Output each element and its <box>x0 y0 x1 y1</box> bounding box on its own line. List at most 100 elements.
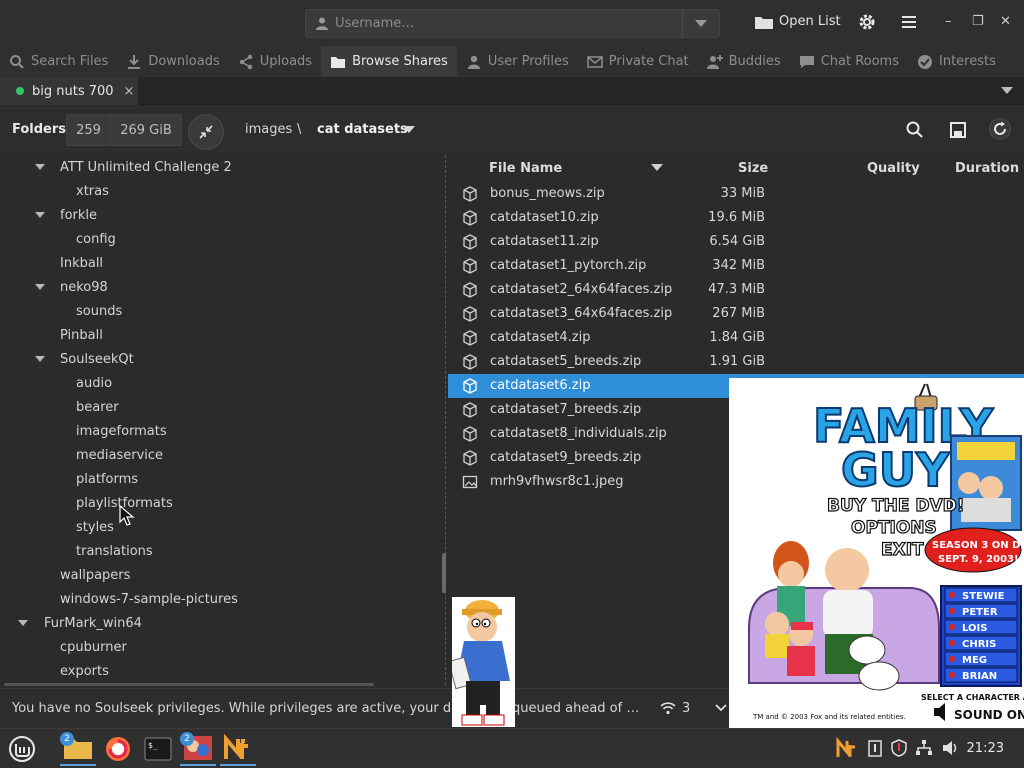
tab-label: Browse Shares <box>352 54 448 69</box>
maximize-button[interactable]: ❐ <box>972 14 984 29</box>
refresh-icon[interactable] <box>989 118 1011 140</box>
tree-folder-item[interactable]: ATT Unlimited Challenge 2 <box>60 155 232 179</box>
expand-arrow-icon[interactable] <box>35 164 45 170</box>
ad-options-link[interactable]: OPTIONS <box>850 517 937 538</box>
ad-season-line2: SEPT. 9, 2003! <box>938 554 1019 565</box>
column-header-size[interactable]: Size <box>738 161 768 176</box>
column-header-quality[interactable]: Quality <box>867 161 920 176</box>
user-tab[interactable]: big nuts 700 × <box>0 77 138 105</box>
taskbar-game-app[interactable]: 2 <box>180 732 216 766</box>
column-header-duration[interactable]: Duration <box>955 161 1019 176</box>
tree-folder-item[interactable]: audio <box>76 371 112 395</box>
tree-folder-item[interactable]: Pinball <box>60 323 103 347</box>
nicotine-icon <box>224 734 248 759</box>
file-row[interactable]: catdataset11.zip 6.54 GiB <box>448 230 1024 254</box>
tab-uploads[interactable]: Uploads <box>229 46 321 77</box>
tab-downloads[interactable]: Downloads <box>117 46 228 77</box>
tab-label: User Profiles <box>487 54 569 69</box>
tree-folder-item[interactable]: SoulseekQt <box>60 347 134 371</box>
folder-tree[interactable]: ATT Unlimited Challenge 2 xtras forkle conf… <box>0 155 446 685</box>
volume-icon[interactable] <box>941 739 959 757</box>
file-row[interactable]: catdataset2_64x64faces.zip 47.3 MiB <box>448 278 1024 302</box>
tree-folder-item[interactable]: windows-7-sample-pictures <box>60 587 238 611</box>
search-icon[interactable] <box>905 120 925 140</box>
file-row[interactable]: catdataset10.zip 19.6 MiB <box>448 206 1024 230</box>
shield-icon[interactable] <box>890 739 908 757</box>
tree-folder-item[interactable]: imageformats <box>76 419 167 443</box>
file-size: 1.91 GiB <box>709 354 765 369</box>
taskbar-firefox[interactable] <box>100 732 136 766</box>
tab-private-chat[interactable]: Private Chat <box>578 46 698 77</box>
tab-chat-rooms[interactable]: Chat Rooms <box>790 46 908 77</box>
save-icon[interactable] <box>948 120 968 140</box>
start-menu-button[interactable] <box>4 732 40 766</box>
taskbar-files-app[interactable]: 2 <box>60 732 96 766</box>
tab-interests[interactable]: Interests <box>908 46 1005 77</box>
tree-folder-item[interactable]: exports <box>60 659 109 683</box>
tree-folder-item[interactable]: xtras <box>76 179 109 203</box>
tree-vertical-scrollbar[interactable] <box>442 553 446 593</box>
open-list-button[interactable]: Open List <box>755 14 841 29</box>
tree-folder-item[interactable]: Inkball <box>60 251 103 275</box>
file-row[interactable]: catdataset5_breeds.zip 1.91 GiB <box>448 350 1024 374</box>
close-icon[interactable]: × <box>124 84 135 99</box>
tree-folder-item[interactable]: wallpapers <box>60 563 130 587</box>
breadcrumb-root[interactable]: images <box>245 122 292 137</box>
collapse-button[interactable] <box>188 114 224 150</box>
expand-arrow-icon[interactable] <box>35 356 45 362</box>
clock[interactable]: 21:23 <box>967 741 1004 756</box>
close-window-button[interactable]: ✕ <box>1000 14 1011 29</box>
expand-arrow-icon[interactable] <box>35 212 45 218</box>
tree-folder-item[interactable]: mediaservice <box>76 443 163 467</box>
expand-arrow-icon[interactable] <box>18 620 28 626</box>
sort-descending-icon[interactable] <box>651 164 663 171</box>
minimize-button[interactable]: – <box>945 14 952 29</box>
taskbar-terminal[interactable]: $_ <box>140 732 176 766</box>
tab-buddies[interactable]: Buddies <box>698 46 790 77</box>
network-icon[interactable] <box>915 739 933 757</box>
package-icon <box>463 234 477 250</box>
ad-sound-toggle[interactable]: SOUND ON <box>954 708 1024 722</box>
tree-folder-item[interactable]: bearer <box>76 395 119 419</box>
chevron-down-icon[interactable] <box>714 701 728 715</box>
chevron-down-icon[interactable] <box>695 20 707 27</box>
tree-folder-item[interactable]: cpuburner <box>60 635 127 659</box>
terminal-icon: $_ <box>144 737 172 761</box>
ad-character-bullet-icon <box>949 656 955 662</box>
ad-buy-dvd-link[interactable]: BUY THE DVD! <box>826 495 965 516</box>
expand-arrow-icon[interactable] <box>35 284 45 290</box>
tree-folder-item[interactable]: sounds <box>76 299 122 323</box>
gear-icon[interactable] <box>857 12 877 32</box>
column-header-file-name[interactable]: File Name <box>489 161 562 176</box>
ad-exit-link[interactable]: EXIT <box>880 539 924 560</box>
file-row[interactable]: catdataset4.zip 1.84 GiB <box>448 326 1024 350</box>
tree-folder-item[interactable]: translations <box>76 539 153 563</box>
tree-folder-item[interactable]: forkle <box>60 203 97 227</box>
chris-cartoon-image <box>448 600 510 726</box>
file-row[interactable]: bonus_meows.zip 33 MiB <box>448 182 1024 206</box>
tree-folder-item[interactable]: config <box>76 227 116 251</box>
hamburger-menu-icon[interactable] <box>899 12 919 32</box>
breadcrumb-current[interactable]: cat datasets <box>317 122 408 137</box>
tree-horizontal-scrollbar[interactable] <box>4 683 374 686</box>
nicotine-tray-icon[interactable] <box>836 737 858 759</box>
tab-user-profiles[interactable]: User Profiles <box>457 46 578 77</box>
tab-label: Uploads <box>259 54 313 69</box>
breadcrumb-chevron-down-icon[interactable] <box>403 126 415 133</box>
family-guy-ad-window[interactable]: FAMILY GUY BUY THE DVD! OPTIONS EXIT SEA… <box>729 378 1024 728</box>
tab-search-files[interactable]: Search Files <box>0 46 117 77</box>
tree-folder-item[interactable]: neko98 <box>60 275 108 299</box>
chat-icon <box>799 55 814 68</box>
file-row[interactable]: catdataset3_64x64faces.zip 267 MiB <box>448 302 1024 326</box>
privileges-status-text-tail: queued ahead of … <box>512 701 640 716</box>
connection-count: 3 <box>682 701 691 716</box>
tree-folder-item[interactable]: platforms <box>76 467 138 491</box>
tree-folder-item[interactable]: FurMark_win64 <box>44 611 142 635</box>
username-combo[interactable]: Username… <box>305 9 720 38</box>
taskbar-nicotine[interactable] <box>220 732 256 766</box>
tab-browse-shares[interactable]: Browse Shares <box>321 46 457 77</box>
tabs-menu-chevron-icon[interactable] <box>1001 87 1013 94</box>
tree-folder-item[interactable]: styles <box>76 515 114 539</box>
clipboard-icon[interactable] <box>866 739 884 757</box>
file-row[interactable]: catdataset1_pytorch.zip 342 MiB <box>448 254 1024 278</box>
